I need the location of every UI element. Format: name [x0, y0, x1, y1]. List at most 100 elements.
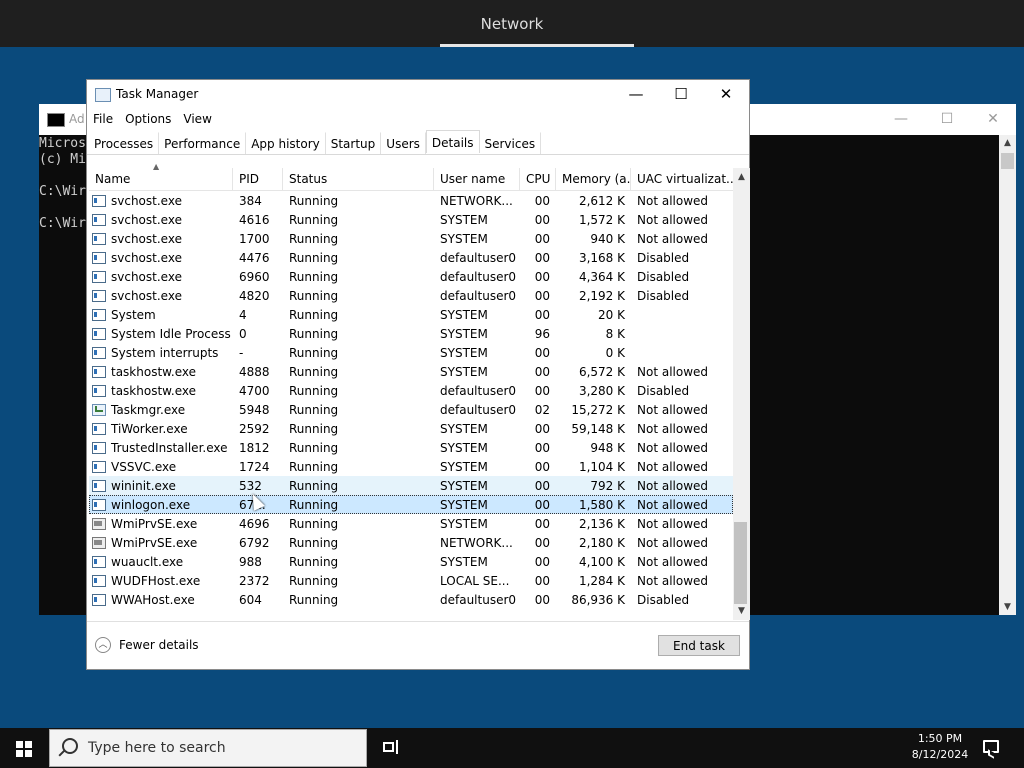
cmd-maximize-button[interactable]: ☐: [924, 104, 970, 135]
start-button[interactable]: [0, 728, 48, 768]
cell-cpu: 00: [534, 288, 550, 303]
table-row[interactable]: VSSVC.exe 1724 Running SYSTEM 00 1,104 K Not a…: [89, 457, 733, 476]
cell-cpu: 00: [534, 459, 550, 474]
task-manager-window[interactable]: Task Manager — ☐ ✕ File Options View Pro…: [86, 79, 750, 670]
column-header-cpu[interactable]: CPU: [520, 168, 556, 190]
cell-uac: Not allowed: [637, 193, 709, 208]
table-row[interactable]: wuauclt.exe 988 Running SYSTEM 00 4,100 K Not …: [89, 552, 733, 571]
table-row[interactable]: TiWorker.exe 2592 Running SYSTEM 00 59,148 K N…: [89, 419, 733, 438]
table-row[interactable]: taskhostw.exe 4700 Running defaultuser0 00 3,…: [89, 381, 733, 400]
tab-startup[interactable]: Startup: [326, 132, 382, 155]
cmd-line: (c) Mi: [39, 152, 86, 167]
cell-pid: 6792: [239, 535, 270, 550]
cell-name: TiWorker.exe: [89, 422, 233, 436]
clock-time: 1:50 PM: [917, 732, 963, 745]
tab-services[interactable]: Services: [480, 132, 542, 155]
table-row[interactable]: svchost.exe 1700 Running SYSTEM 00 940 K Not a…: [89, 229, 733, 248]
scroll-down-arrow-icon[interactable]: ▼: [733, 606, 750, 616]
tab-users[interactable]: Users: [381, 132, 426, 155]
cell-pid: 5948: [239, 402, 270, 417]
table-row[interactable]: svchost.exe 4820 Running defaultuser0 00 2,19…: [89, 286, 733, 305]
taskbar-search-box[interactable]: Type here to search: [49, 729, 367, 767]
process-name: TrustedInstaller.exe: [111, 440, 228, 455]
end-task-button[interactable]: End task: [658, 635, 740, 656]
cmd-scroll-up-arrow-icon[interactable]: ▲: [999, 138, 1016, 148]
menu-file[interactable]: File: [87, 109, 119, 129]
table-row[interactable]: svchost.exe 4476 Running defaultuser0 00 3,16…: [89, 248, 733, 267]
tab-performance[interactable]: Performance: [159, 132, 247, 155]
process-icon: [92, 574, 106, 587]
table-row[interactable]: System Idle Process 0 Running SYSTEM 96 8 K: [89, 324, 733, 343]
maximize-button[interactable]: ☐: [658, 80, 704, 108]
cell-user: NETWORK...: [440, 535, 513, 550]
tab-processes[interactable]: Processes: [89, 132, 160, 155]
cell-user: SYSTEM: [440, 421, 488, 436]
process-name: WWAHost.exe: [111, 592, 195, 607]
table-row[interactable]: svchost.exe 6960 Running defaultuser0 00 4,36…: [89, 267, 733, 286]
details-scrollbar[interactable]: ▲ ▼: [733, 168, 750, 620]
close-button[interactable]: ✕: [703, 80, 749, 108]
cell-uac: Not allowed: [637, 516, 709, 531]
table-row[interactable]: taskhostw.exe 4888 Running SYSTEM 00 6,572 K N…: [89, 362, 733, 381]
table-row[interactable]: WmiPrvSE.exe 6792 Running NETWORK... 00 2,180…: [89, 533, 733, 552]
scroll-thumb[interactable]: [734, 522, 747, 604]
cmd-line: Micros: [39, 136, 86, 151]
fewer-details-label: Fewer details: [119, 638, 199, 652]
table-row[interactable]: System interrupts - Running SYSTEM 00 0 K: [89, 343, 733, 362]
table-row[interactable]: WmiPrvSE.exe 4696 Running SYSTEM 00 2,136 K No…: [89, 514, 733, 533]
cell-uac: Disabled: [637, 383, 690, 398]
cell-pid: 4820: [239, 288, 270, 303]
cell-name: wininit.exe: [89, 479, 233, 493]
table-row[interactable]: wininit.exe 532 Running SYSTEM 00 792 K Not al…: [89, 476, 733, 495]
menu-view[interactable]: View: [177, 109, 217, 129]
column-header-pid[interactable]: PID: [233, 168, 283, 190]
cell-cpu: 00: [534, 535, 550, 550]
task-view-icon[interactable]: [383, 740, 399, 754]
table-row[interactable]: svchost.exe 384 Running NETWORK... 00 2,612 K…: [89, 191, 733, 210]
column-header-user-name[interactable]: User name: [434, 168, 520, 190]
process-name: TiWorker.exe: [111, 421, 188, 436]
cell-uac: Not allowed: [637, 421, 709, 436]
action-center-icon[interactable]: [983, 740, 999, 753]
process-name: System Idle Process: [111, 326, 231, 341]
cell-memory: 2,136 K: [578, 516, 625, 531]
table-row[interactable]: System 4 Running SYSTEM 00 20 K: [89, 305, 733, 324]
column-header-status[interactable]: Status: [283, 168, 434, 190]
cmd-scroll-down-arrow-icon[interactable]: ▼: [999, 602, 1016, 612]
scroll-up-arrow-icon[interactable]: ▲: [733, 172, 750, 182]
table-row[interactable]: WWAHost.exe 604 Running defaultuser0 00 86,93…: [89, 590, 733, 609]
minimize-button[interactable]: —: [613, 80, 659, 108]
window-title: Task Manager: [116, 87, 199, 101]
cell-user: SYSTEM: [440, 554, 488, 569]
table-row[interactable]: TrustedInstaller.exe 1812 Running SYSTEM 00 9…: [89, 438, 733, 457]
table-row[interactable]: svchost.exe 4616 Running SYSTEM 00 1,572 K Not…: [89, 210, 733, 229]
cmd-scroll-thumb[interactable]: [1001, 153, 1014, 169]
table-row[interactable]: Taskmgr.exe 5948 Running defaultuser0 02 15,2…: [89, 400, 733, 419]
column-header-name[interactable]: Name: [89, 168, 233, 190]
cmd-scrollbar[interactable]: ▲ ▼: [999, 135, 1016, 615]
cell-cpu: 00: [534, 383, 550, 398]
cell-uac: Disabled: [637, 269, 690, 284]
tab-app-history[interactable]: App history: [246, 132, 326, 155]
cmd-minimize-button[interactable]: —: [878, 104, 924, 135]
cell-user: SYSTEM: [440, 326, 488, 341]
cell-memory: 2,192 K: [578, 288, 625, 303]
column-header-uac[interactable]: UAC virtualizat...: [631, 168, 733, 190]
fewer-details-toggle[interactable]: ︿ Fewer details: [95, 637, 199, 653]
table-row[interactable]: WUDFHost.exe 2372 Running LOCAL SE... 00 1,28…: [89, 571, 733, 590]
process-icon: [92, 422, 106, 435]
tab-bar: Processes Performance App history Startu…: [89, 130, 542, 155]
task-manager-icon: [95, 88, 111, 102]
column-header-memory[interactable]: Memory (a...: [556, 168, 631, 190]
taskbar-clock[interactable]: 1:50 PM 8/12/2024: [905, 731, 975, 763]
menu-options[interactable]: Options: [119, 109, 177, 129]
cell-status: Running: [289, 307, 339, 322]
cell-uac: Not allowed: [637, 364, 709, 379]
task-manager-title-bar[interactable]: Task Manager — ☐ ✕: [87, 80, 749, 108]
cell-pid: 1812: [239, 440, 270, 455]
table-row[interactable]: winlogon.exe 67... Running SYSTEM 00 1,580 KN…: [89, 495, 733, 514]
tab-details[interactable]: Details: [425, 130, 480, 153]
cell-status: Running: [289, 212, 339, 227]
cell-name: svchost.exe: [89, 251, 233, 265]
cmd-close-button[interactable]: ✕: [970, 104, 1016, 135]
